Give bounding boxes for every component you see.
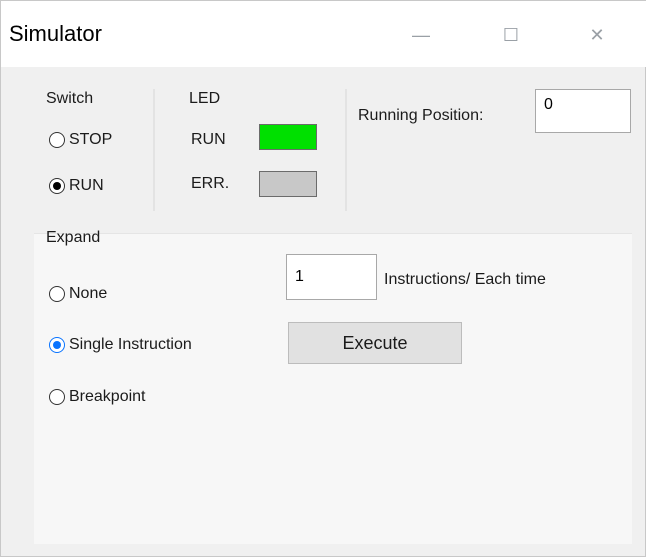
switch-stop-label: STOP <box>69 131 113 148</box>
radio-circle <box>49 132 65 148</box>
running-position-label: Running Position: <box>358 107 484 124</box>
expand-single-instruction-label: Single Instruction <box>69 336 192 353</box>
led-group-label: LED <box>189 90 221 107</box>
title-bar: Simulator — ☐ ✕ <box>1 1 646 67</box>
expand-none-label: None <box>69 285 108 302</box>
running-position-field: 0 <box>535 89 631 133</box>
window-title: Simulator <box>9 21 102 46</box>
switch-stop-radio[interactable]: STOP <box>49 131 112 149</box>
switch-run-radio[interactable]: RUN <box>49 177 104 195</box>
led-err-label: ERR. <box>191 175 230 192</box>
switch-run-label: RUN <box>69 177 104 194</box>
expand-group-label: Expand <box>46 229 101 246</box>
switch-group-label: Switch <box>46 90 94 107</box>
radio-dot <box>53 182 61 190</box>
maximize-button[interactable]: ☐ <box>499 23 523 47</box>
group-divider <box>153 89 155 211</box>
radio-circle <box>49 178 65 194</box>
radio-circle <box>49 337 65 353</box>
radio-dot <box>53 341 61 349</box>
led-run-label: RUN <box>191 131 226 148</box>
instructions-label: Instructions/ Each time <box>384 271 546 288</box>
led-run-indicator <box>259 124 317 150</box>
expand-none-radio[interactable]: None <box>49 285 107 303</box>
expand-breakpoint-label: Breakpoint <box>69 388 146 405</box>
maximize-icon: ☐ <box>502 24 520 45</box>
simulator-window: Simulator — ☐ ✕ Switch STOP RUN LED RUN … <box>0 0 646 557</box>
execute-button[interactable]: Execute <box>288 322 462 364</box>
close-icon: ✕ <box>589 24 605 45</box>
radio-circle <box>49 286 65 302</box>
expand-breakpoint-radio[interactable]: Breakpoint <box>49 388 146 406</box>
led-err-indicator <box>259 171 317 197</box>
instructions-count-input[interactable] <box>286 254 377 300</box>
minimize-icon: — <box>412 24 430 45</box>
radio-circle <box>49 389 65 405</box>
minimize-button[interactable]: — <box>409 23 433 47</box>
expand-single-instruction-radio[interactable]: Single Instruction <box>49 336 192 354</box>
close-button[interactable]: ✕ <box>585 23 609 47</box>
group-divider <box>345 89 347 211</box>
